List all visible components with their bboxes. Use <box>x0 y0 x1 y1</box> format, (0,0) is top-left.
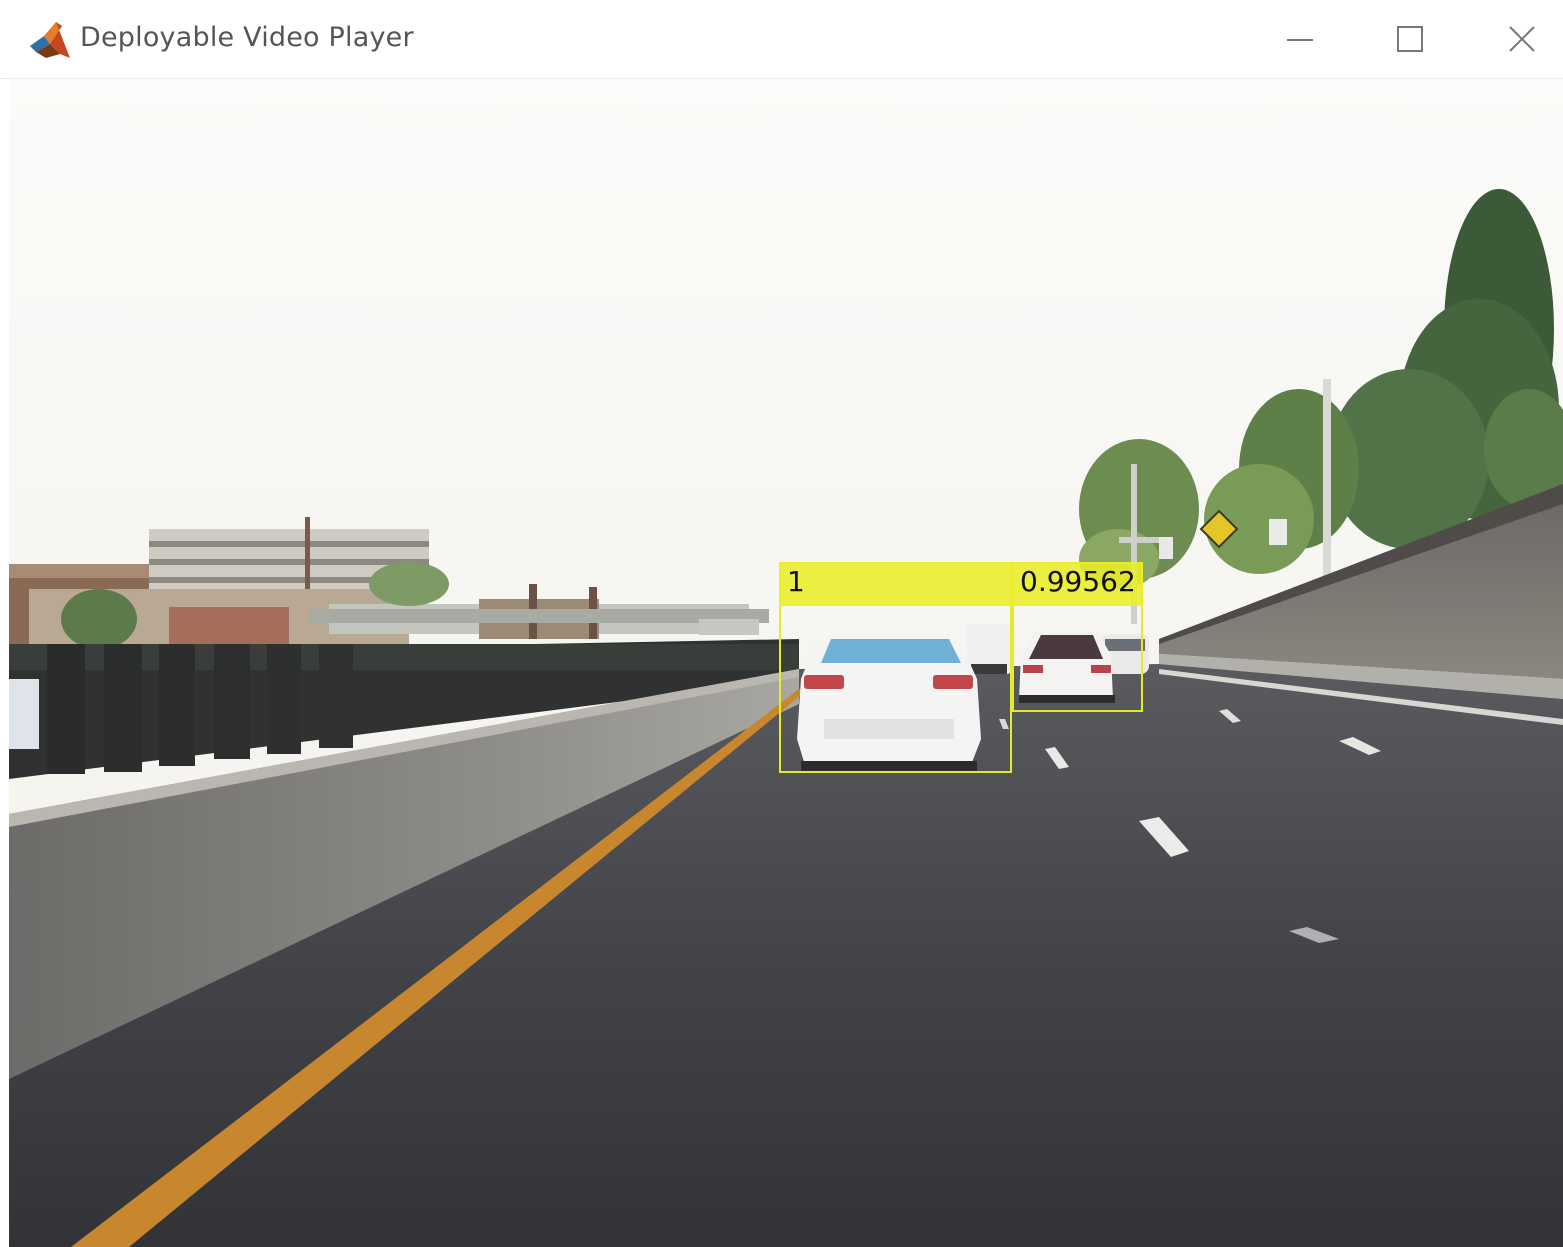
maximize-button[interactable] <box>1380 10 1440 68</box>
close-icon <box>1509 26 1535 52</box>
title-bar[interactable]: Deployable Video Player <box>0 0 1563 79</box>
minimize-icon <box>1287 39 1313 41</box>
matlab-logo-icon <box>30 22 70 58</box>
detection-score-label: 0.99562 <box>1012 562 1143 606</box>
detection-score-label: 1 <box>779 562 1012 606</box>
deployable-video-player-window: Deployable Video Player 1 0.99562 <box>0 0 1563 1247</box>
minimize-button[interactable] <box>1270 10 1330 68</box>
video-frame: 1 0.99562 <box>9 79 1563 1247</box>
maximize-icon <box>1397 26 1423 52</box>
close-button[interactable] <box>1492 10 1552 68</box>
window-title: Deployable Video Player <box>80 22 414 53</box>
